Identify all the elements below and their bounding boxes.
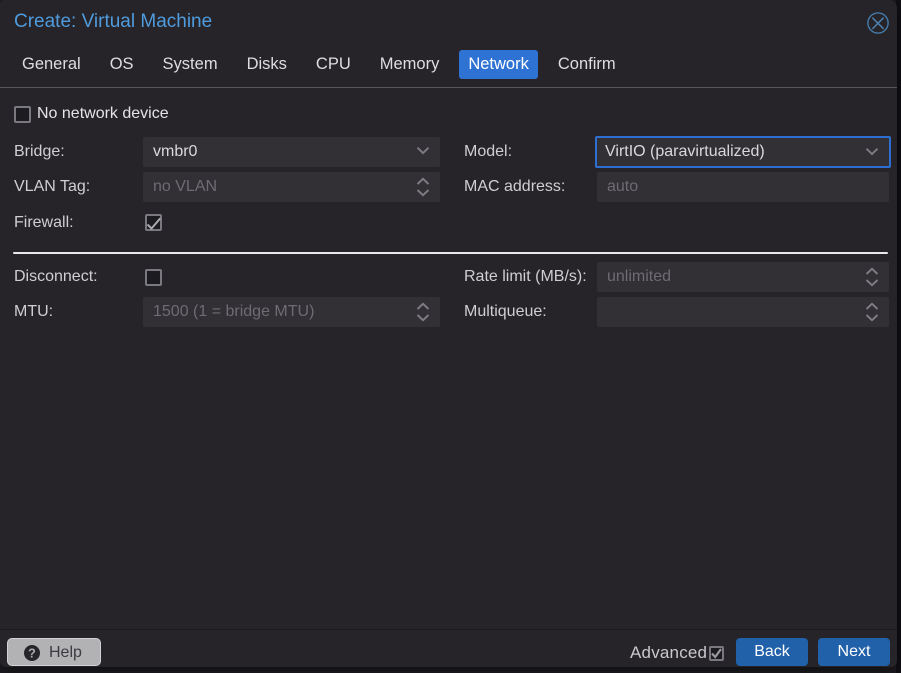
svg-text:?: ? (28, 647, 36, 661)
